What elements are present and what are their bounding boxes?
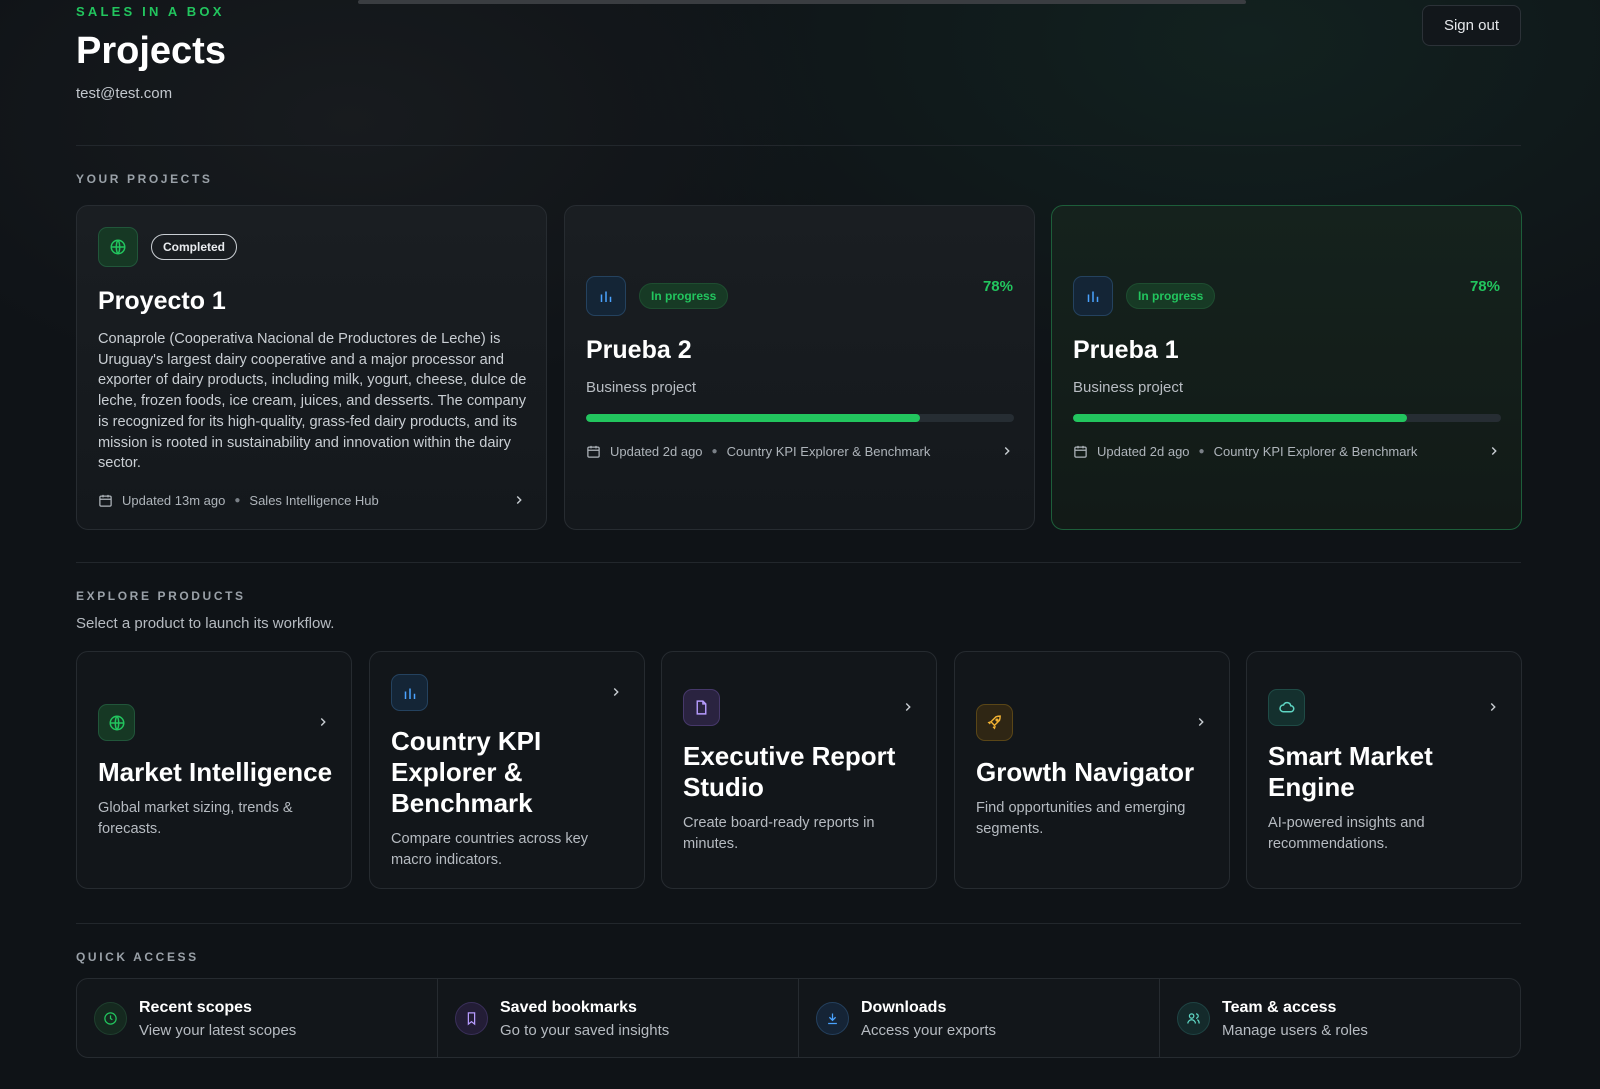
project-meta: Updated 2d ago ● Country KPI Explorer & … (1073, 441, 1501, 461)
chevron-right-icon[interactable] (1194, 715, 1208, 729)
progress-percent: 78% (1469, 278, 1500, 295)
chevron-right-icon[interactable] (1487, 444, 1501, 458)
top-scroll-indicator (358, 0, 1246, 4)
chevron-right-icon[interactable] (1486, 700, 1500, 714)
quick-item-title: Saved bookmarks (500, 999, 637, 1016)
quick-item-subtitle: Access your exports (861, 1022, 997, 1039)
product-card-country-kpi[interactable]: Country KPI Explorer & Benchmark Compare… (369, 651, 645, 889)
bar-chart-icon (391, 674, 428, 711)
quick-item-saved-bookmarks[interactable]: Saved bookmarks Go to your saved insight… (438, 979, 799, 1057)
quick-item-title: Recent scopes (139, 999, 252, 1016)
product-description: Create board-ready reports in minutes. (683, 815, 875, 852)
product-card-smart-market-engine[interactable]: Smart Market Engine AI-powered insights … (1246, 651, 1522, 889)
quick-item-title: Team & access (1222, 999, 1337, 1016)
users-icon (1177, 1002, 1210, 1035)
separator-dot: ● (234, 494, 241, 506)
chevron-right-icon[interactable] (901, 700, 915, 714)
product-title: Market Intelligence (98, 757, 333, 787)
project-subtitle: Business project (1073, 379, 1184, 396)
bar-chart-icon (1073, 276, 1113, 316)
globe-icon (98, 704, 135, 741)
updated-time: Updated 13m ago (122, 492, 226, 508)
status-badge: Completed (151, 234, 238, 260)
quick-item-team-access[interactable]: Team & access Manage users & roles (1160, 979, 1520, 1057)
calendar-icon (586, 444, 601, 459)
project-product: Country KPI Explorer & Benchmark (1213, 443, 1418, 459)
globe-icon (98, 227, 138, 267)
quick-item-downloads[interactable]: Downloads Access your exports (799, 979, 1160, 1057)
product-title: Country KPI Explorer & Benchmark (391, 726, 542, 818)
project-subtitle: Business project (586, 379, 697, 396)
chevron-right-icon[interactable] (512, 493, 526, 507)
sign-out-button[interactable]: Sign out (1422, 5, 1521, 46)
separator-dot: ● (711, 445, 718, 457)
quick-item-title: Downloads (861, 999, 947, 1016)
product-description: Global market sizing, trends & forecasts… (98, 800, 293, 837)
quick-item-recent-scopes[interactable]: Recent scopes View your latest scopes (77, 979, 438, 1057)
clock-icon (94, 1002, 127, 1035)
brand-label: SALES IN A BOX (76, 4, 225, 19)
section-label-explore-products: EXPLORE PRODUCTS (76, 589, 246, 603)
divider (76, 145, 1521, 146)
project-title: Prueba 1 (1073, 336, 1179, 364)
product-description: Find opportunities and emerging segments… (976, 800, 1186, 837)
product-title: Smart Market Engine (1268, 741, 1433, 802)
product-title: Growth Navigator (976, 757, 1195, 787)
bookmark-icon (455, 1002, 488, 1035)
chevron-right-icon[interactable] (609, 685, 623, 699)
calendar-icon (1073, 444, 1088, 459)
quick-item-subtitle: Manage users & roles (1222, 1022, 1368, 1039)
product-title: Executive Report Studio (683, 741, 896, 802)
updated-time: Updated 2d ago (610, 443, 703, 459)
status-badge: In progress (639, 283, 729, 309)
product-card-market-intelligence[interactable]: Market Intelligence Global market sizing… (76, 651, 352, 889)
progress-bar-fill (1073, 414, 1407, 422)
divider (76, 923, 1521, 924)
project-title: Prueba 2 (586, 336, 692, 364)
product-card-executive-report[interactable]: Executive Report Studio Create board-rea… (661, 651, 937, 889)
progress-percent: 78% (982, 278, 1013, 295)
section-label-quick-access: QUICK ACCESS (76, 950, 199, 964)
project-product: Sales Intelligence Hub (249, 492, 379, 508)
project-card-proyecto-1[interactable]: Completed Proyecto 1 Conaprole (Cooperat… (76, 205, 547, 530)
product-description: AI-powered insights and recommendations. (1268, 815, 1425, 852)
project-meta: Updated 13m ago ● Sales Intelligence Hub (98, 490, 526, 510)
download-icon (816, 1002, 849, 1035)
cloud-icon (1268, 689, 1305, 726)
chevron-right-icon[interactable] (316, 715, 330, 729)
updated-time: Updated 2d ago (1097, 443, 1190, 459)
quick-item-subtitle: View your latest scopes (139, 1022, 297, 1039)
progress-bar (1073, 414, 1501, 422)
rocket-icon (976, 704, 1013, 741)
page-title: Projects (76, 30, 226, 72)
project-card-prueba-1[interactable]: In progress 78% Prueba 1 Business projec… (1051, 205, 1522, 530)
project-card-prueba-2[interactable]: In progress 78% Prueba 2 Business projec… (564, 205, 1035, 530)
quick-access-bar: Recent scopes View your latest scopes Sa… (76, 978, 1521, 1058)
project-description: Conaprole (Cooperativa Nacional de Produ… (98, 331, 527, 472)
document-icon (683, 689, 720, 726)
calendar-icon (98, 493, 113, 508)
bar-chart-icon (586, 276, 626, 316)
product-card-growth-navigator[interactable]: Growth Navigator Find opportunities and … (954, 651, 1230, 889)
quick-item-subtitle: Go to your saved insights (500, 1022, 670, 1039)
user-email: test@test.com (76, 85, 173, 102)
project-title: Proyecto 1 (98, 287, 226, 315)
project-meta: Updated 2d ago ● Country KPI Explorer & … (586, 441, 1014, 461)
project-product: Country KPI Explorer & Benchmark (726, 443, 931, 459)
section-subtitle: Select a product to launch its workflow. (76, 615, 335, 632)
chevron-right-icon[interactable] (1000, 444, 1014, 458)
section-label-your-projects: YOUR PROJECTS (76, 172, 213, 186)
product-description: Compare countries across key macro indic… (391, 831, 589, 868)
divider (76, 562, 1521, 563)
progress-bar-fill (586, 414, 920, 422)
separator-dot: ● (1198, 445, 1205, 457)
progress-bar (586, 414, 1014, 422)
status-badge: In progress (1126, 283, 1216, 309)
